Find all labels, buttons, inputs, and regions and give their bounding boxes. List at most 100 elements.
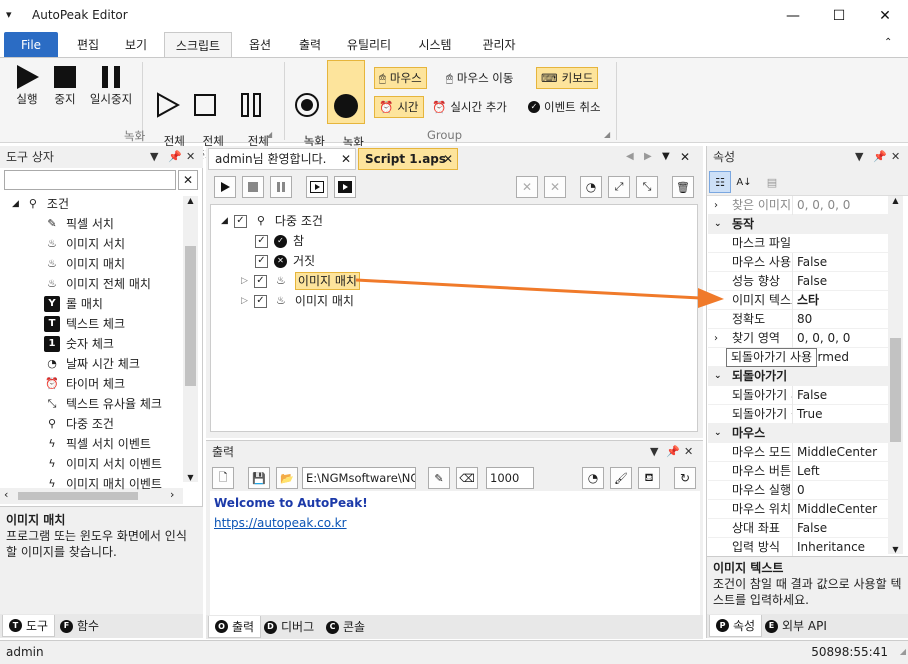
fill-button[interactable]: ⛾	[638, 467, 660, 489]
scrollbar-thumb[interactable]	[890, 338, 901, 442]
tab-script[interactable]: Script 1.aps ✕	[358, 148, 458, 170]
prop-category-mouse[interactable]: ⌄ 마우스	[708, 424, 888, 443]
mouse-move-button[interactable]: 🖱 마우스 이동	[442, 67, 517, 89]
prop-category-return[interactable]: ⌄ 되돌아가기	[708, 367, 888, 386]
dropdown-icon[interactable]: ▼	[650, 441, 658, 463]
menu-system[interactable]: 시스템	[410, 32, 460, 58]
properties-scrollbar[interactable]: ▲ ▼	[888, 196, 903, 554]
keyboard-button[interactable]: ⌨ 키보드	[536, 67, 599, 89]
scroll-up-icon[interactable]: ▲	[888, 196, 903, 210]
close-button[interactable]: ✕	[862, 0, 908, 32]
prop-found-image[interactable]: › 찾은 이미지 0, 0, 0, 0	[708, 196, 888, 215]
tree-image-match-2[interactable]: ▷ ✓ ♨ 이미지 매치	[241, 291, 354, 311]
prop-value[interactable]: False	[792, 253, 888, 272]
toolbox-item[interactable]: ϟ 픽셀 서치 이벤트	[44, 434, 151, 454]
close-icon[interactable]: ✕	[684, 441, 693, 463]
pin-icon[interactable]: 📌	[168, 146, 182, 168]
scroll-down-icon[interactable]: ▼	[183, 473, 198, 482]
minimize-button[interactable]: —	[770, 0, 816, 32]
brush-button[interactable]: 🖌	[610, 467, 632, 489]
scroll-up-icon[interactable]: ▲	[183, 196, 198, 210]
run-button[interactable]: 실행	[8, 64, 46, 106]
prop-value[interactable]: Left	[792, 462, 888, 481]
output-text-area[interactable]: Welcome to AutoPeak! https://autopeak.co…	[210, 491, 700, 615]
timer-button[interactable]: ◔	[580, 176, 602, 198]
stop-button[interactable]: 중지	[48, 64, 82, 106]
log-path-input[interactable]: E:\NGMsoftware\NG	[302, 467, 416, 489]
save-button[interactable]: 💾	[248, 467, 270, 489]
line-count-input[interactable]: 1000	[486, 467, 534, 489]
menu-output[interactable]: 출력	[288, 32, 332, 58]
menu-edit[interactable]: 편집	[66, 32, 110, 58]
property-pages-button[interactable]: ▤	[761, 171, 783, 193]
tab-output[interactable]: O 출력	[208, 616, 262, 638]
menu-view[interactable]: 보기	[114, 32, 158, 58]
stop-button[interactable]	[242, 176, 264, 198]
maximize-button[interactable]: ☐	[816, 0, 862, 32]
collapse-arrow-icon[interactable]: ⌄	[714, 215, 722, 234]
prop-value[interactable]: Inheritance	[792, 538, 888, 557]
property-row[interactable]: 되돌아가기 값True	[708, 405, 888, 424]
expand-button[interactable]: ⤢	[608, 176, 630, 198]
scroll-right-icon[interactable]: ›	[170, 488, 174, 501]
prop-value[interactable]: MiddleCenter	[792, 443, 888, 462]
expand-arrow-icon[interactable]: ▷	[241, 271, 248, 291]
group-expand-icon[interactable]: ◢	[266, 130, 272, 139]
toolbox-item[interactable]: ⚲ 다중 조건	[44, 414, 114, 434]
collapse-arrow-icon[interactable]: ◢	[12, 194, 19, 214]
tab-properties[interactable]: P 속성	[709, 615, 763, 637]
collapse-arrow-icon[interactable]: ⌄	[714, 367, 722, 386]
prop-value[interactable]: 0, 0, 0, 0	[792, 329, 888, 348]
eraser-button[interactable]: ⌫	[456, 467, 478, 489]
scroll-down-icon[interactable]: ▼	[888, 545, 903, 554]
mouse-button[interactable]: 🖱 마우스	[374, 67, 427, 89]
menu-script[interactable]: 스크립트	[164, 32, 232, 58]
record-stop-button[interactable]: 녹화 중지	[327, 60, 365, 163]
toolbox-item[interactable]: T 텍스트 체크	[44, 314, 125, 334]
expand-arrow-icon[interactable]: ›	[714, 329, 718, 348]
tab-list-icon[interactable]: ▼	[662, 151, 670, 162]
prop-value[interactable]: 스타	[792, 291, 888, 310]
tab-functions[interactable]: F 함수	[54, 615, 105, 637]
tree-image-match-1[interactable]: ▷ ✓ ♨ 이미지 매치	[241, 271, 360, 291]
toolbox-item[interactable]: ◔ 날짜 시간 체크	[44, 354, 140, 374]
cancel-event-button[interactable]: ✓ 이벤트 취소	[524, 96, 605, 118]
tab-external-api[interactable]: E 외부 API	[759, 615, 833, 637]
dropdown-icon[interactable]: ▼	[855, 146, 863, 168]
checkbox[interactable]: ✓	[253, 274, 267, 288]
scrollbar-thumb[interactable]	[185, 246, 196, 386]
property-row[interactable]: 정확도 80	[708, 310, 888, 329]
tab-tools[interactable]: T 도구	[2, 615, 56, 637]
resize-grip-icon[interactable]: ◢	[900, 641, 906, 663]
property-row[interactable]: 마우스 사용 False	[708, 253, 888, 272]
checkbox[interactable]: ✓	[233, 214, 247, 228]
tab-next-icon[interactable]: ▶	[644, 151, 652, 162]
pin-icon[interactable]: 📌	[666, 441, 680, 463]
tab-prev-icon[interactable]: ◀	[626, 151, 634, 162]
menu-utility[interactable]: 유틸리티	[338, 32, 400, 58]
close-icon[interactable]: ✕	[891, 146, 900, 168]
checkbox[interactable]: ✓	[255, 234, 268, 248]
prop-value[interactable]: 0	[792, 481, 888, 500]
search-clear-button[interactable]: ✕	[178, 170, 198, 190]
tree-condition-root[interactable]: ◢ ⚲ 조건	[12, 194, 69, 214]
run-to-button[interactable]	[334, 176, 356, 198]
group-expand-icon[interactable]: ◢	[604, 130, 610, 139]
toolbox-scrollbar[interactable]: ▲ ▼	[183, 196, 198, 482]
property-row[interactable]: 마우스 모드 MiddleCenter	[708, 443, 888, 462]
property-row[interactable]: 이미지 텍스트스타	[708, 291, 888, 310]
close-icon[interactable]: ✕	[443, 149, 453, 169]
pin-icon[interactable]: 📌	[873, 146, 887, 168]
prop-value[interactable]: False	[792, 272, 888, 291]
property-row[interactable]: 마우스 버튼 Left	[708, 462, 888, 481]
tree-multi-condition[interactable]: ◢ ✓ ⚲ 다중 조건	[221, 211, 323, 231]
checkbox[interactable]: ✓	[253, 294, 267, 308]
property-row[interactable]: 성능 향상 False	[708, 272, 888, 291]
tab-welcome[interactable]: admin님 환영합니다. ✕	[208, 148, 356, 170]
menu-file[interactable]: File	[4, 32, 58, 58]
toolbox-item[interactable]: ϟ 이미지 매치 이벤트	[44, 474, 162, 494]
tree-true[interactable]: ✓ ✓ 참	[255, 231, 304, 251]
dropdown-icon[interactable]: ▼	[150, 146, 158, 168]
property-row[interactable]: 입력 방식 Inheritance	[708, 538, 888, 557]
tab-debug[interactable]: D 디버그	[258, 616, 320, 638]
